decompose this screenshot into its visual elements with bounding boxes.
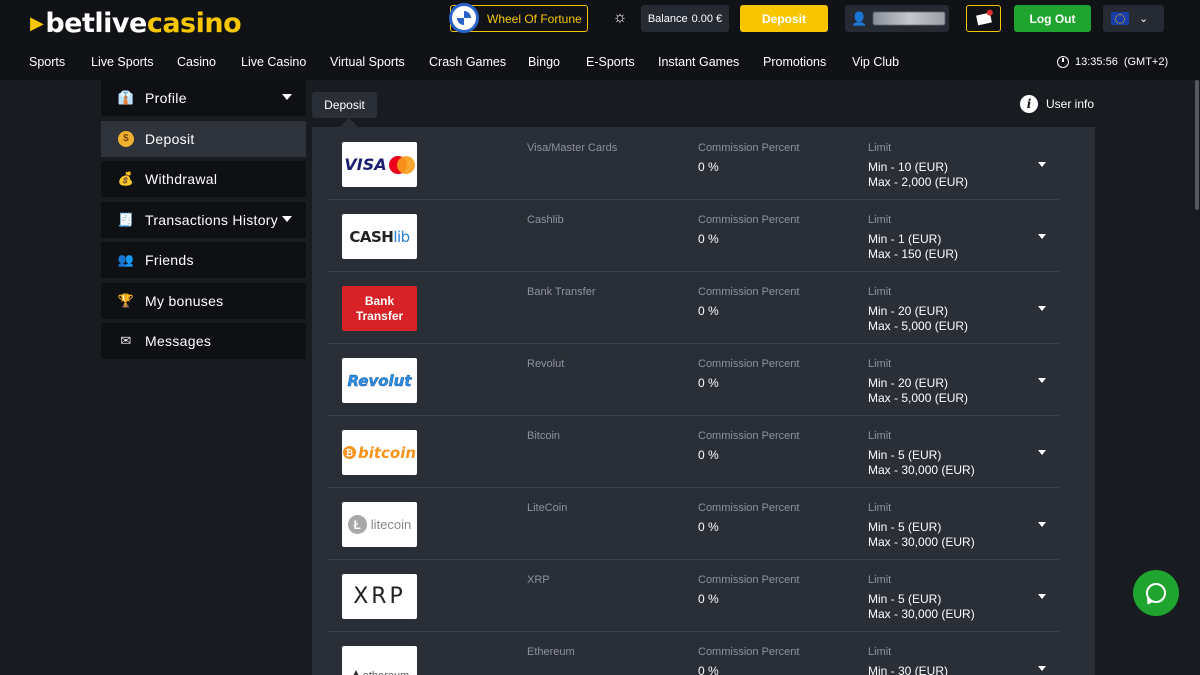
blurred-username	[873, 12, 946, 25]
play-triangle-icon: ▶	[30, 12, 44, 34]
sidebar-item-messages[interactable]: ✉ Messages	[101, 323, 306, 359]
messages-button[interactable]	[966, 5, 1001, 32]
payment-method-row[interactable]: CASHlib Cashlib Commission Percent 0 % L…	[328, 200, 1059, 272]
payment-method-row[interactable]: Łlitecoin LiteCoin Commission Percent 0 …	[328, 488, 1059, 560]
expand-caret-icon[interactable]	[1038, 666, 1046, 671]
nav-casino[interactable]: Casino	[177, 55, 216, 69]
balance-display: Balance 0.00 €	[641, 5, 729, 32]
user-icon: 👤	[851, 10, 868, 26]
envelope-icon	[975, 12, 992, 25]
expand-caret-icon[interactable]	[1038, 450, 1046, 455]
expand-caret-icon[interactable]	[1038, 234, 1046, 239]
visa-mastercard-logo: VISA	[342, 142, 417, 187]
revolut-logo: Revolut	[342, 358, 417, 403]
theme-toggle-sun-icon[interactable]: ☼	[610, 8, 630, 28]
main-nav: Sports Live Sports Casino Live Casino Vi…	[0, 45, 1200, 80]
nav-live-sports[interactable]: Live Sports	[91, 55, 154, 69]
ethereum-logo: ethereum	[342, 646, 417, 675]
language-selector[interactable]: ⌄	[1103, 5, 1164, 32]
wheel-of-fortune-button[interactable]: Wheel Of Fortune	[449, 3, 588, 33]
coin-icon: $	[117, 130, 135, 148]
eu-flag-icon	[1111, 12, 1129, 25]
expand-caret-icon[interactable]	[1038, 378, 1046, 383]
expand-caret-icon[interactable]	[1038, 306, 1046, 311]
user-info-link[interactable]: i User info	[1020, 95, 1094, 113]
info-icon: i	[1020, 95, 1038, 113]
litecoin-icon: Ł	[347, 515, 367, 534]
account-sidebar: 👔 Profile $ Deposit 💰 Withdrawal 🧾 Trans…	[101, 80, 306, 364]
header-deposit-button[interactable]: Deposit	[740, 5, 828, 32]
envelope-icon: ✉	[120, 333, 132, 348]
trophy-icon: 🏆	[117, 292, 135, 308]
bank-transfer-logo: Bank Transfer	[342, 286, 417, 331]
nav-virtual-sports[interactable]: Virtual Sports	[330, 55, 405, 69]
payment-method-row[interactable]: ₿ bitcoin Bitcoin Commission Percent 0 % …	[328, 416, 1059, 488]
top-bar: ▶ betlive casino Wheel Of Fortune ☼ Balan…	[0, 0, 1200, 45]
tab-deposit[interactable]: Deposit	[312, 92, 377, 118]
litecoin-logo: Łlitecoin	[342, 502, 417, 547]
chat-bubble-icon	[1146, 583, 1166, 603]
money-bag-icon: 💰	[117, 171, 135, 186]
deposit-methods-panel: VISA Visa/Master Cards Commission Percen…	[312, 127, 1095, 675]
logout-button[interactable]: Log Out	[1014, 5, 1091, 32]
page-scrollbar[interactable]	[1195, 80, 1199, 210]
nav-instant-games[interactable]: Instant Games	[658, 55, 739, 69]
sidebar-item-withdrawal[interactable]: 💰 Withdrawal	[101, 161, 306, 197]
xrp-logo: XRP	[342, 574, 417, 619]
sidebar-item-bonuses[interactable]: 🏆 My bonuses	[101, 282, 306, 319]
payment-method-row[interactable]: Bank Transfer Bank Transfer Commission Pe…	[328, 272, 1059, 344]
payment-method-row[interactable]: XRP XRP Commission Percent 0 % Limit Min…	[328, 560, 1059, 632]
nav-promotions[interactable]: Promotions	[763, 55, 826, 69]
friends-icon: 👥	[117, 252, 135, 267]
tab-pointer	[340, 118, 358, 127]
chevron-down-icon: ⌄	[1139, 13, 1149, 25]
brand-logo[interactable]: ▶ betlive casino	[30, 8, 242, 39]
sidebar-item-friends[interactable]: 👥 Friends	[101, 242, 306, 278]
nav-esports[interactable]: E-Sports	[586, 55, 635, 69]
caret-down-icon	[282, 94, 292, 100]
nav-bingo[interactable]: Bingo	[528, 55, 560, 69]
nav-crash-games[interactable]: Crash Games	[429, 55, 506, 69]
receipt-icon: 🧾	[117, 211, 135, 227]
sidebar-item-profile[interactable]: 👔 Profile	[101, 80, 306, 116]
bitcoin-icon: ₿	[342, 446, 356, 459]
clock-icon	[1057, 56, 1069, 68]
ethereum-icon	[349, 669, 362, 675]
user-account-box[interactable]: 👤	[845, 5, 949, 32]
bitcoin-logo: ₿ bitcoin	[342, 430, 417, 475]
payment-method-row[interactable]: ethereum Ethereum Commission Percent 0 %…	[328, 632, 1059, 675]
caret-down-icon	[282, 215, 292, 222]
cashlib-logo: CASHlib	[342, 214, 417, 259]
wheel-icon	[449, 3, 479, 33]
nav-sports[interactable]: Sports	[29, 55, 65, 69]
expand-caret-icon[interactable]	[1038, 522, 1046, 527]
nav-live-casino[interactable]: Live Casino	[241, 55, 306, 69]
expand-caret-icon[interactable]	[1038, 162, 1046, 167]
expand-caret-icon[interactable]	[1038, 594, 1046, 599]
payment-method-row[interactable]: VISA Visa/Master Cards Commission Percen…	[328, 128, 1059, 200]
sidebar-item-transactions[interactable]: 🧾 Transactions History	[101, 201, 306, 238]
nav-vip-club[interactable]: Vip Club	[852, 55, 899, 69]
payment-method-row[interactable]: Revolut Revolut Commission Percent 0 % L…	[328, 344, 1059, 416]
live-chat-button[interactable]	[1133, 570, 1179, 616]
clock: 13:35:56 (GMT+2)	[1057, 56, 1168, 68]
profile-icon: 👔	[117, 90, 135, 105]
sidebar-item-deposit[interactable]: $ Deposit	[101, 120, 306, 157]
